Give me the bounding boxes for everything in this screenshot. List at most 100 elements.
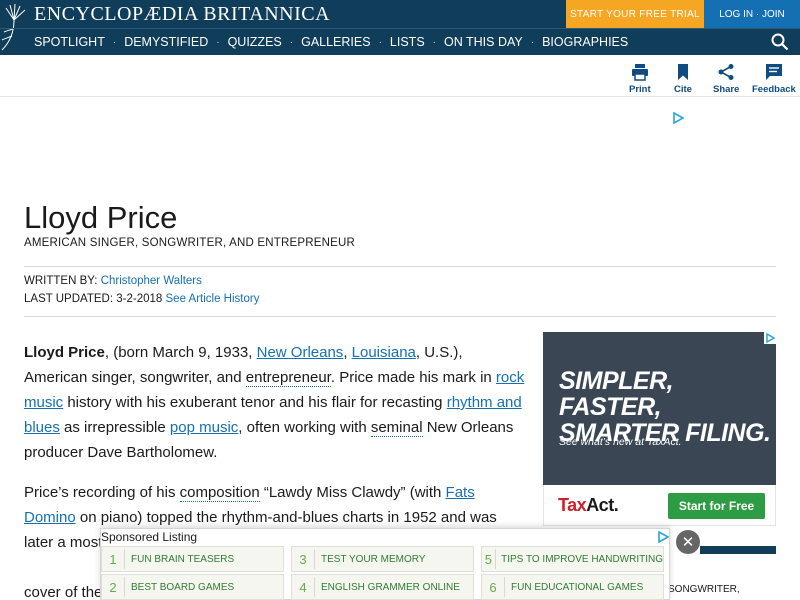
nav-separator: · bbox=[216, 36, 220, 48]
link-louisiana[interactable]: Louisiana bbox=[352, 344, 416, 361]
sidebar-header-strip bbox=[700, 546, 776, 554]
site-header: ENCYCLOPÆDIA BRITANNICA START YOUR FREE … bbox=[0, 0, 800, 55]
item-label: ENGLISH GRAMMER ONLINE bbox=[321, 581, 460, 593]
ad-subtext: See what’s new at TaxAct. bbox=[559, 436, 682, 448]
item-number: 4 bbox=[299, 579, 307, 595]
item-label: FUN BRAIN TEASERS bbox=[131, 553, 235, 565]
article-paragraph: Lloyd Price, (born March 9, 1933, New Or… bbox=[24, 340, 529, 465]
sponsored-item[interactable]: 4 ENGLISH GRAMMER ONLINE bbox=[291, 574, 474, 600]
taxact-logo: TaxAct. bbox=[558, 495, 619, 516]
page-subtitle: AMERICAN SINGER, SONGWRITER, AND ENTREPR… bbox=[24, 237, 356, 249]
text: , often working with bbox=[238, 419, 371, 436]
ad-footer: TaxAct. Start for Free bbox=[543, 485, 776, 526]
nav-item-demystified[interactable]: DEMYSTIFIED bbox=[124, 35, 208, 49]
nav-list: SPOTLIGHT · DEMYSTIFIED · QUIZZES · GALL… bbox=[34, 35, 628, 49]
text: , bbox=[343, 344, 352, 361]
divider bbox=[314, 549, 315, 569]
nav-item-lists[interactable]: LISTS bbox=[390, 35, 425, 49]
adchoices-icon[interactable] bbox=[657, 531, 669, 543]
free-trial-button[interactable]: START YOUR FREE TRIAL bbox=[566, 0, 704, 28]
item-number: 5 bbox=[484, 551, 492, 567]
item-label: FUN EDUCATIONAL GAMES bbox=[511, 581, 644, 593]
share-button[interactable]: Share bbox=[713, 63, 739, 95]
share-label: Share bbox=[713, 84, 740, 95]
link-new-orleans[interactable]: New Orleans bbox=[257, 344, 344, 361]
written-by-label: WRITTEN BY: bbox=[24, 275, 98, 287]
text: as irrepressible bbox=[59, 419, 170, 436]
link-rock[interactable]: rock bbox=[496, 369, 524, 386]
article-history-link[interactable]: See Article History bbox=[166, 293, 260, 305]
search-icon[interactable] bbox=[771, 33, 789, 51]
subject-name: Lloyd Price bbox=[24, 344, 105, 361]
divider bbox=[24, 316, 776, 317]
divider bbox=[124, 549, 125, 569]
login-join-button[interactable]: LOG IN · JOIN bbox=[704, 0, 800, 28]
sponsored-item[interactable]: 6 FUN EDUCATIONAL GAMES bbox=[481, 574, 664, 600]
print-button[interactable]: Print bbox=[629, 63, 651, 95]
start-for-free-button[interactable]: Start for Free bbox=[668, 493, 765, 519]
sponsored-item[interactable]: 2 BEST BOARD GAMES bbox=[101, 574, 284, 600]
logo-tax: Tax bbox=[558, 495, 587, 515]
item-label: BEST BOARD GAMES bbox=[131, 581, 235, 593]
nav-item-on-this-day[interactable]: ON THIS DAY bbox=[444, 35, 523, 49]
text: , (born March 9, 1933, bbox=[104, 344, 257, 361]
author-line: WRITTEN BY: Christopher Walters bbox=[24, 275, 202, 287]
feedback-button[interactable]: Feedback bbox=[752, 63, 796, 95]
close-ad-button[interactable]: ✕ bbox=[676, 530, 700, 554]
feedback-label: Feedback bbox=[752, 84, 796, 95]
nav-separator: · bbox=[432, 36, 437, 48]
text: cover of the bbox=[24, 584, 103, 600]
item-number: 2 bbox=[109, 579, 117, 595]
nav-separator: · bbox=[289, 36, 294, 48]
nav-separator: · bbox=[378, 36, 382, 48]
share-icon bbox=[718, 64, 734, 80]
divider bbox=[314, 577, 315, 597]
sponsored-item[interactable]: 1 FUN BRAIN TEASERS bbox=[101, 546, 284, 572]
nav-separator: · bbox=[530, 36, 535, 48]
cite-button[interactable]: Cite bbox=[674, 63, 692, 95]
item-label: TIPS TO IMPROVE HANDWRITING bbox=[501, 553, 663, 565]
feedback-icon bbox=[765, 64, 782, 80]
print-label: Print bbox=[629, 84, 651, 95]
text: history with his exuberant tenor and his… bbox=[63, 394, 447, 411]
adchoices-icon[interactable] bbox=[672, 112, 684, 124]
item-number: 1 bbox=[109, 551, 117, 567]
taxact-ad[interactable]: SIMPLER, FASTER, SMARTER FILING. See wha… bbox=[543, 332, 776, 526]
item-number: 3 bbox=[299, 551, 307, 567]
nav-item-biographies[interactable]: BIOGRAPHIES bbox=[542, 35, 628, 49]
nav-item-galleries[interactable]: GALLERIES bbox=[301, 35, 370, 49]
updated-date: 3-2-2018 bbox=[116, 293, 163, 305]
adchoices-icon[interactable] bbox=[764, 332, 776, 344]
divider bbox=[24, 266, 776, 267]
brand-row: ENCYCLOPÆDIA BRITANNICA START YOUR FREE … bbox=[0, 0, 800, 51]
ad-banner: SIMPLER, FASTER, SMARTER FILING. See wha… bbox=[543, 332, 776, 485]
bookmark-icon bbox=[678, 64, 688, 80]
item-number: 6 bbox=[489, 579, 497, 595]
nav-item-quizzes[interactable]: QUIZZES bbox=[228, 35, 282, 49]
nav-separator: · bbox=[112, 36, 117, 48]
page-title: Lloyd Price bbox=[24, 200, 178, 235]
sidebar-text: SONGWRITER, bbox=[668, 584, 740, 595]
link-entrepreneur[interactable]: entrepreneur bbox=[245, 369, 331, 387]
link-seminal[interactable]: seminal bbox=[370, 419, 423, 437]
updated-label: LAST UPDATED: bbox=[24, 293, 114, 305]
logo-act: Act. bbox=[586, 495, 619, 515]
printer-icon bbox=[631, 64, 648, 81]
updated-line: LAST UPDATED: 3-2-2018 See Article Histo… bbox=[24, 293, 259, 305]
item-label: TEST YOUR MEMORY bbox=[321, 553, 426, 565]
author-link[interactable]: Christopher Walters bbox=[101, 275, 202, 287]
nav-item-spotlight[interactable]: SPOTLIGHT bbox=[34, 35, 105, 49]
text: “Lawdy Miss Clawdy” (with bbox=[259, 484, 446, 501]
link-pop-music[interactable]: pop music bbox=[170, 419, 238, 436]
link-composition[interactable]: composition bbox=[179, 484, 260, 502]
text: Price’s recording of his bbox=[24, 484, 180, 501]
sponsored-item[interactable]: 5 TIPS TO IMPROVE HANDWRITING bbox=[481, 546, 664, 572]
sponsored-heading: Sponsored Listing bbox=[101, 530, 198, 544]
divider bbox=[124, 577, 125, 597]
link-music[interactable]: music bbox=[24, 394, 63, 411]
sponsored-item[interactable]: 3 TEST YOUR MEMORY bbox=[291, 546, 474, 572]
divider bbox=[504, 577, 505, 597]
main-nav: SPOTLIGHT · DEMYSTIFIED · QUIZZES · GALL… bbox=[0, 28, 800, 55]
brand-name[interactable]: ENCYCLOPÆDIA BRITANNICA bbox=[34, 3, 330, 26]
ad-headline: SIMPLER, FASTER, SMARTER FILING. bbox=[559, 367, 771, 447]
